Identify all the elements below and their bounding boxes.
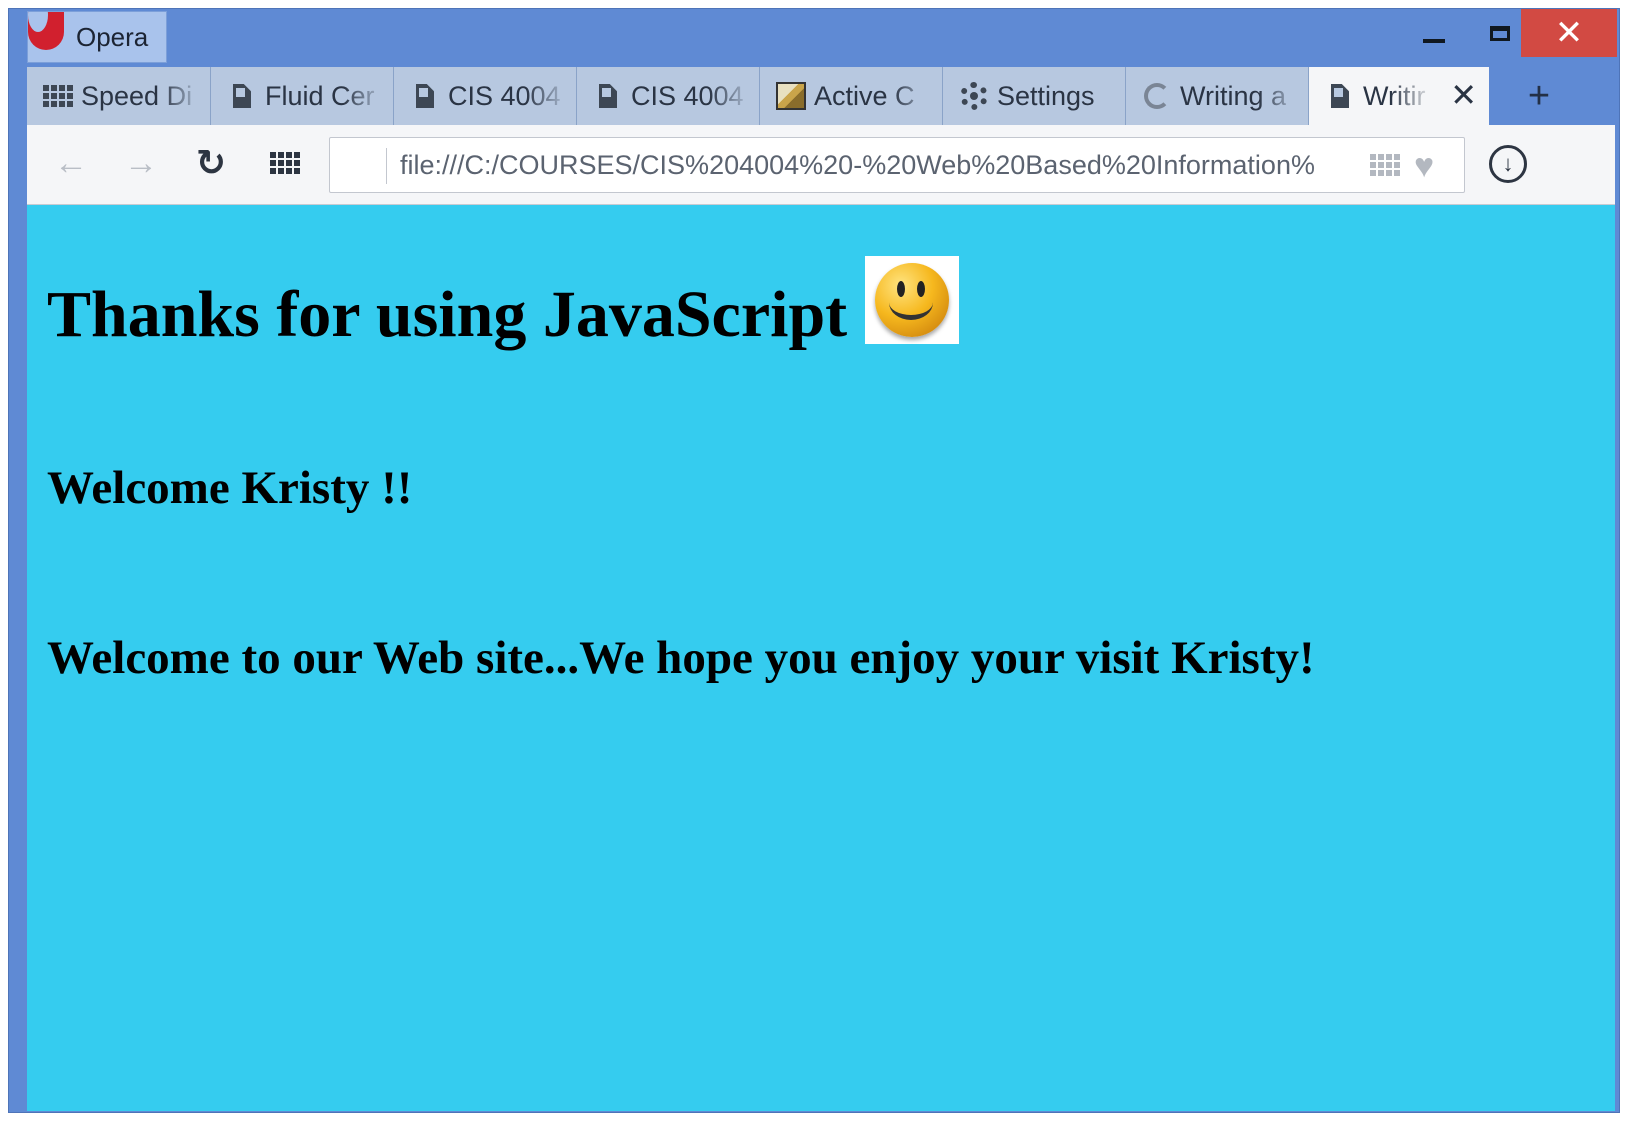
heading-row: Thanks for using JavaScript — [47, 247, 960, 353]
document-icon — [410, 81, 440, 111]
tab-writing-a[interactable]: Writing a — [1126, 67, 1309, 125]
tab-fluid[interactable]: Fluid Cer — [211, 67, 394, 125]
back-button[interactable]: ← — [49, 141, 93, 185]
new-tab-button[interactable]: + — [1509, 67, 1569, 125]
bookmark-heart-icon[interactable]: ♥ — [1414, 146, 1434, 186]
page-content: Thanks for using JavaScript Welcome Kris… — [27, 205, 1615, 1111]
document-icon — [1325, 81, 1355, 111]
welcome-message-heading: Welcome to our Web site...We hope you en… — [47, 632, 1315, 684]
speed-dial-icon — [43, 81, 73, 111]
tab-writing-active[interactable]: Writir ✕ — [1309, 67, 1489, 125]
tab-speed-dial[interactable]: Speed Di — [27, 67, 211, 125]
document-icon — [227, 81, 257, 111]
document-icon — [593, 81, 623, 111]
maximize-icon — [1490, 25, 1510, 41]
close-tab-icon[interactable]: ✕ — [1450, 77, 1477, 113]
smiley-face-icon — [875, 263, 950, 337]
smiley-image — [865, 256, 960, 344]
opera-menu-button[interactable]: Opera — [27, 11, 167, 63]
navigation-toolbar: ← → ↻ file:///C:/COURSES/CIS%204004%20-%… — [27, 125, 1615, 205]
grid-icon — [270, 152, 300, 174]
minimize-icon — [1423, 39, 1445, 43]
tab-cis-4004-a[interactable]: CIS 4004 — [394, 67, 577, 125]
browser-window: Opera ✕ Speed Di Fluid Cer CIS 4004 CIS … — [8, 8, 1620, 1113]
download-icon[interactable]: ↓ — [1489, 145, 1527, 183]
minimize-button[interactable] — [1401, 9, 1467, 57]
reload-button[interactable]: ↻ — [189, 141, 233, 185]
forward-button[interactable]: → — [119, 141, 163, 185]
tab-settings[interactable]: Settings — [943, 67, 1126, 125]
tab-cycler-button[interactable] — [263, 141, 307, 185]
speed-dial-add-icon[interactable] — [1370, 154, 1400, 176]
tab-strip: Speed Di Fluid Cer CIS 4004 CIS 4004 Act… — [27, 67, 1615, 125]
page-heading: Thanks for using JavaScript — [47, 278, 848, 351]
gear-icon — [959, 81, 989, 111]
close-window-button[interactable]: ✕ — [1521, 9, 1617, 57]
image-icon — [776, 81, 806, 111]
loading-spinner-icon — [1142, 81, 1172, 111]
address-bar[interactable]: file:///C:/COURSES/CIS%204004%20-%20Web%… — [329, 137, 1465, 193]
opera-logo-icon — [28, 12, 64, 50]
tab-label: Settings — [997, 80, 1095, 111]
address-text[interactable]: file:///C:/COURSES/CIS%204004%20-%20Web%… — [400, 150, 1360, 181]
app-name: Opera — [76, 22, 149, 52]
title-bar: Opera ✕ — [9, 9, 1619, 65]
tab-cis-4004-b[interactable]: CIS 4004 — [577, 67, 760, 125]
welcome-name-heading: Welcome Kristy !! — [47, 462, 413, 514]
tab-active-c[interactable]: Active C — [760, 67, 943, 125]
